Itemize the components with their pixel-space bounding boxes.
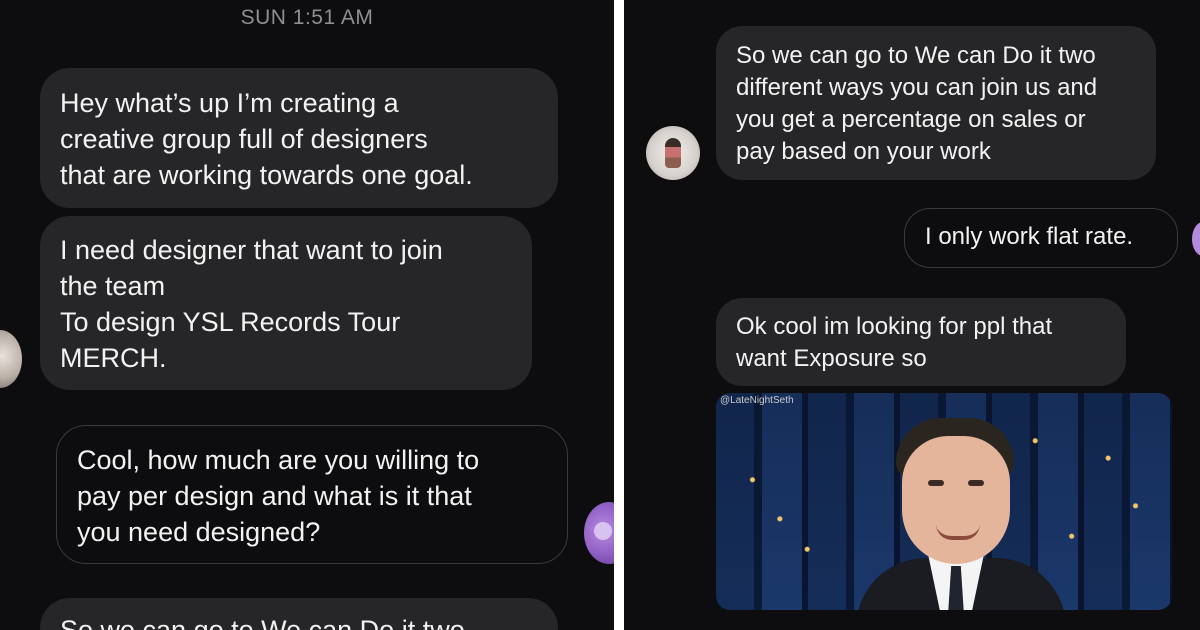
avatar-figure-icon: [665, 138, 681, 168]
left-eye: [928, 480, 944, 486]
face: [902, 436, 1010, 564]
sender-avatar[interactable]: [0, 330, 22, 388]
host-figure: [856, 418, 1066, 610]
incoming-message[interactable]: So we can go to We can Do it two: [40, 598, 558, 630]
message-timestamp: SUN 1:51 AM: [240, 6, 374, 29]
incoming-message[interactable]: So we can go to We can Do it two differe…: [716, 26, 1156, 180]
incoming-message[interactable]: Ok cool im looking for ppl that want Exp…: [716, 298, 1126, 386]
left-chat-panel: SUN 1:51 AM Hey what’s up I’m creating a…: [0, 0, 614, 630]
outgoing-message[interactable]: Cool, how much are you willing to pay pe…: [56, 425, 568, 564]
right-eye: [968, 480, 984, 486]
incoming-message[interactable]: Hey what’s up I’m creating a creative gr…: [40, 68, 558, 208]
gif-message[interactable]: @LateNightSeth: [716, 393, 1172, 610]
outgoing-message[interactable]: I only work flat rate.: [904, 208, 1178, 268]
gif-watermark: @LateNightSeth: [720, 395, 794, 406]
user-avatar[interactable]: [584, 502, 614, 564]
sender-avatar[interactable]: [646, 126, 700, 180]
incoming-message[interactable]: I need designer that want to join the te…: [40, 216, 532, 390]
avatar-dot-icon: [594, 522, 612, 540]
